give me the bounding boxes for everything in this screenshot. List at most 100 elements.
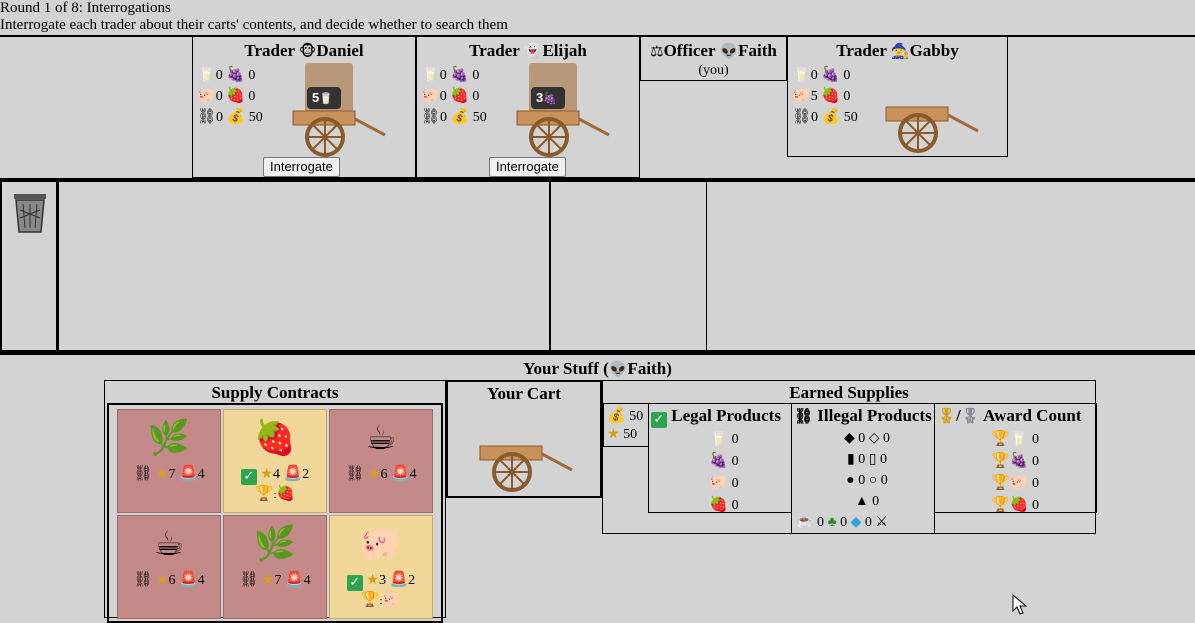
your-cart-panel[interactable]: Your Cart <box>446 380 602 498</box>
contract-penalty: 4 <box>303 573 311 588</box>
contract-card[interactable]: 🍓 ✓ ★4 🚨2 🏆:🍓 <box>223 409 327 513</box>
player-role: Trader <box>469 41 520 60</box>
supplies-row-3: ⛓0 💰 50 <box>792 107 858 127</box>
cart-with-bag-icon[interactable]: 3🍇 <box>515 63 611 159</box>
illegal-row: ● 0 ○ 0 <box>846 473 888 488</box>
pig-icon: 🐖 <box>1009 473 1029 491</box>
supplies-row-1: 🥛0 🍇 0 <box>421 65 479 85</box>
contract-bonus: 🏆:🍓 <box>254 484 296 502</box>
illegal-row: ◆ 0 ◇ 0 <box>843 431 891 446</box>
contract-stars: 6 <box>380 467 388 482</box>
your-stuff-label: Your Stuff ( <box>523 359 609 378</box>
legal-milk: 🥛 0 <box>699 428 749 450</box>
star-icon: ★ <box>261 573 275 588</box>
contraband-icon: ⛓ <box>239 570 259 588</box>
check-icon: ✓ <box>346 575 363 591</box>
contract-card[interactable]: 🐖 ✓ ★3 🚨2 🏆:🐖 <box>329 515 433 619</box>
coffee-icon: ☕ <box>365 418 397 458</box>
contract-penalty: 4 <box>409 467 417 482</box>
contract-penalty: 4 <box>197 467 205 482</box>
gold-medal-icon: 🎖 <box>937 407 957 425</box>
you-label: (you) <box>698 63 729 78</box>
gold-bag-icon: 💰 <box>226 107 246 125</box>
player-panel-gabby: Trader 🧙Gabby 🥛0 🍇 0 🐖5 🍓 0 ⛓0 💰 50 <box>787 36 1008 157</box>
strawberry-count: 0 <box>472 89 480 104</box>
grapes-count: 0 <box>843 68 851 83</box>
gem-icon: ◆ <box>850 515 862 530</box>
pig-icon: 🐖 <box>359 524 403 564</box>
siren-icon: 🚨 <box>389 570 409 588</box>
contract-card[interactable]: ☕ ⛓ ★6 🚨4 <box>117 515 221 619</box>
gold-row: 💰 50 <box>607 406 643 426</box>
player-title: Trader 🧙Gabby <box>788 41 1007 61</box>
illegal-products-title: ⛓ Illegal Products <box>794 406 932 426</box>
strawberry-count: 0 <box>731 498 739 513</box>
player-name: Faith <box>738 41 777 60</box>
milk-count: 0 <box>215 68 223 83</box>
supply-contracts-title: Supply Contracts <box>211 383 339 402</box>
trophy-icon: 🏆 <box>360 590 380 608</box>
trash-slot[interactable] <box>0 180 58 352</box>
player-name: Gabby <box>909 41 959 60</box>
coffee-count: 0 <box>816 515 824 530</box>
contraband-count: 0 <box>216 110 224 125</box>
illegal-products-box: ⛓ Illegal Products ◆ 0 ◇ 0 ▮ 0 ▯ 0 ● 0 ○… <box>791 403 935 534</box>
pig-icon: 🐖 <box>709 473 729 491</box>
stars-count: 50 <box>623 427 638 442</box>
contract-stats: ✓ ★3 🚨2 <box>330 570 432 591</box>
player-panel-elijah: Trader 👻Elijah 🥛0 🍇 0 🐖0 🍓 0 ⛓0 💰 50 3🍇 … <box>416 36 640 178</box>
play-area-center <box>550 180 707 352</box>
illegal-count: 0 <box>858 431 866 446</box>
star-icon: ★ <box>260 467 273 482</box>
star-icon: ★ <box>155 467 169 482</box>
star-icon: ★ <box>367 467 381 482</box>
gold-bag-icon: 💰 <box>450 107 470 125</box>
milk-icon: 🥛 <box>792 65 811 83</box>
illegal-row: ▮ 0 ▯ 0 <box>847 452 887 467</box>
instruction-text: Interrogate each trader about their cart… <box>0 17 508 33</box>
grapes-count: 0 <box>731 454 739 469</box>
coffee-icon: ☕ <box>153 524 185 564</box>
award-strawberry: 🏆🍓 0 <box>985 494 1045 516</box>
trash-icon <box>14 194 46 233</box>
contract-penalty: 4 <box>197 573 205 588</box>
contract-stats: ✓ ★4 🚨2 <box>224 464 326 485</box>
gold-count: 50 <box>472 110 487 125</box>
contract-penalty: 2 <box>302 467 310 482</box>
contract-card[interactable]: 🌿 ⛓ ★7 🚨4 <box>223 515 327 619</box>
award-count: 0 <box>1031 498 1039 513</box>
contract-stats: ⛓ ★6 🚨4 <box>118 570 220 589</box>
supplies-row-3: ⛓0 💰 50 <box>197 107 263 127</box>
your-stuff-title: Your Stuff (👽Faith) <box>0 359 1195 379</box>
milk-icon: 🥛 <box>197 65 216 83</box>
interrogate-button[interactable]: Interrogate <box>263 157 340 177</box>
cart-with-bag-icon[interactable]: 5🥛 <box>291 63 387 159</box>
player-role: Trader <box>836 41 887 60</box>
milk-icon: 🥛 <box>1009 429 1029 447</box>
interrogate-button[interactable]: Interrogate <box>489 157 566 177</box>
player-role: Trader <box>244 41 295 60</box>
play-area-left <box>57 180 551 352</box>
strawberry-icon: 🍓 <box>1009 495 1029 513</box>
player-role: Officer <box>663 41 716 60</box>
contract-stars: 7 <box>274 573 282 588</box>
siren-icon: 🚨 <box>390 464 410 482</box>
gold-count: 50 <box>248 110 263 125</box>
trophy-icon: 🏆 <box>991 429 1010 447</box>
cart-icon <box>479 445 573 492</box>
gem-count: 0 <box>864 515 872 530</box>
award-list: 🏆🥛 0 🏆🍇 0 🏆🐖 0 🏆🍓 0 <box>985 428 1045 516</box>
herb-count: 0 <box>840 515 848 530</box>
contract-card[interactable]: ☕ ⛓ ★6 🚨4 <box>329 409 433 513</box>
contract-stats: ⛓ ★6 🚨4 <box>330 464 432 483</box>
contract-card[interactable]: 🌿 ⛓ ★7 🚨4 <box>117 409 221 513</box>
pig-count: 0 <box>215 89 223 104</box>
mouse-cursor-icon <box>1012 594 1028 615</box>
legal-strawberry: 🍓 0 <box>699 494 749 516</box>
silver-medal-icon: 🎖 <box>960 407 980 425</box>
award-pig: 🏆🐖 0 <box>985 472 1045 494</box>
grapes-icon: 🍇 <box>450 65 469 83</box>
supply-contracts-panel: Supply Contracts 🌿 ⛓ ★7 🚨4 🍓 ✓ ★4 🚨2 🏆:🍓… <box>104 380 446 623</box>
illegal-row: ▲ 0 <box>854 494 880 509</box>
illegal-products-list: ◆ 0 ◇ 0 ▮ 0 ▯ 0 ● 0 ○ 0 ▲ 0 <box>822 428 912 512</box>
